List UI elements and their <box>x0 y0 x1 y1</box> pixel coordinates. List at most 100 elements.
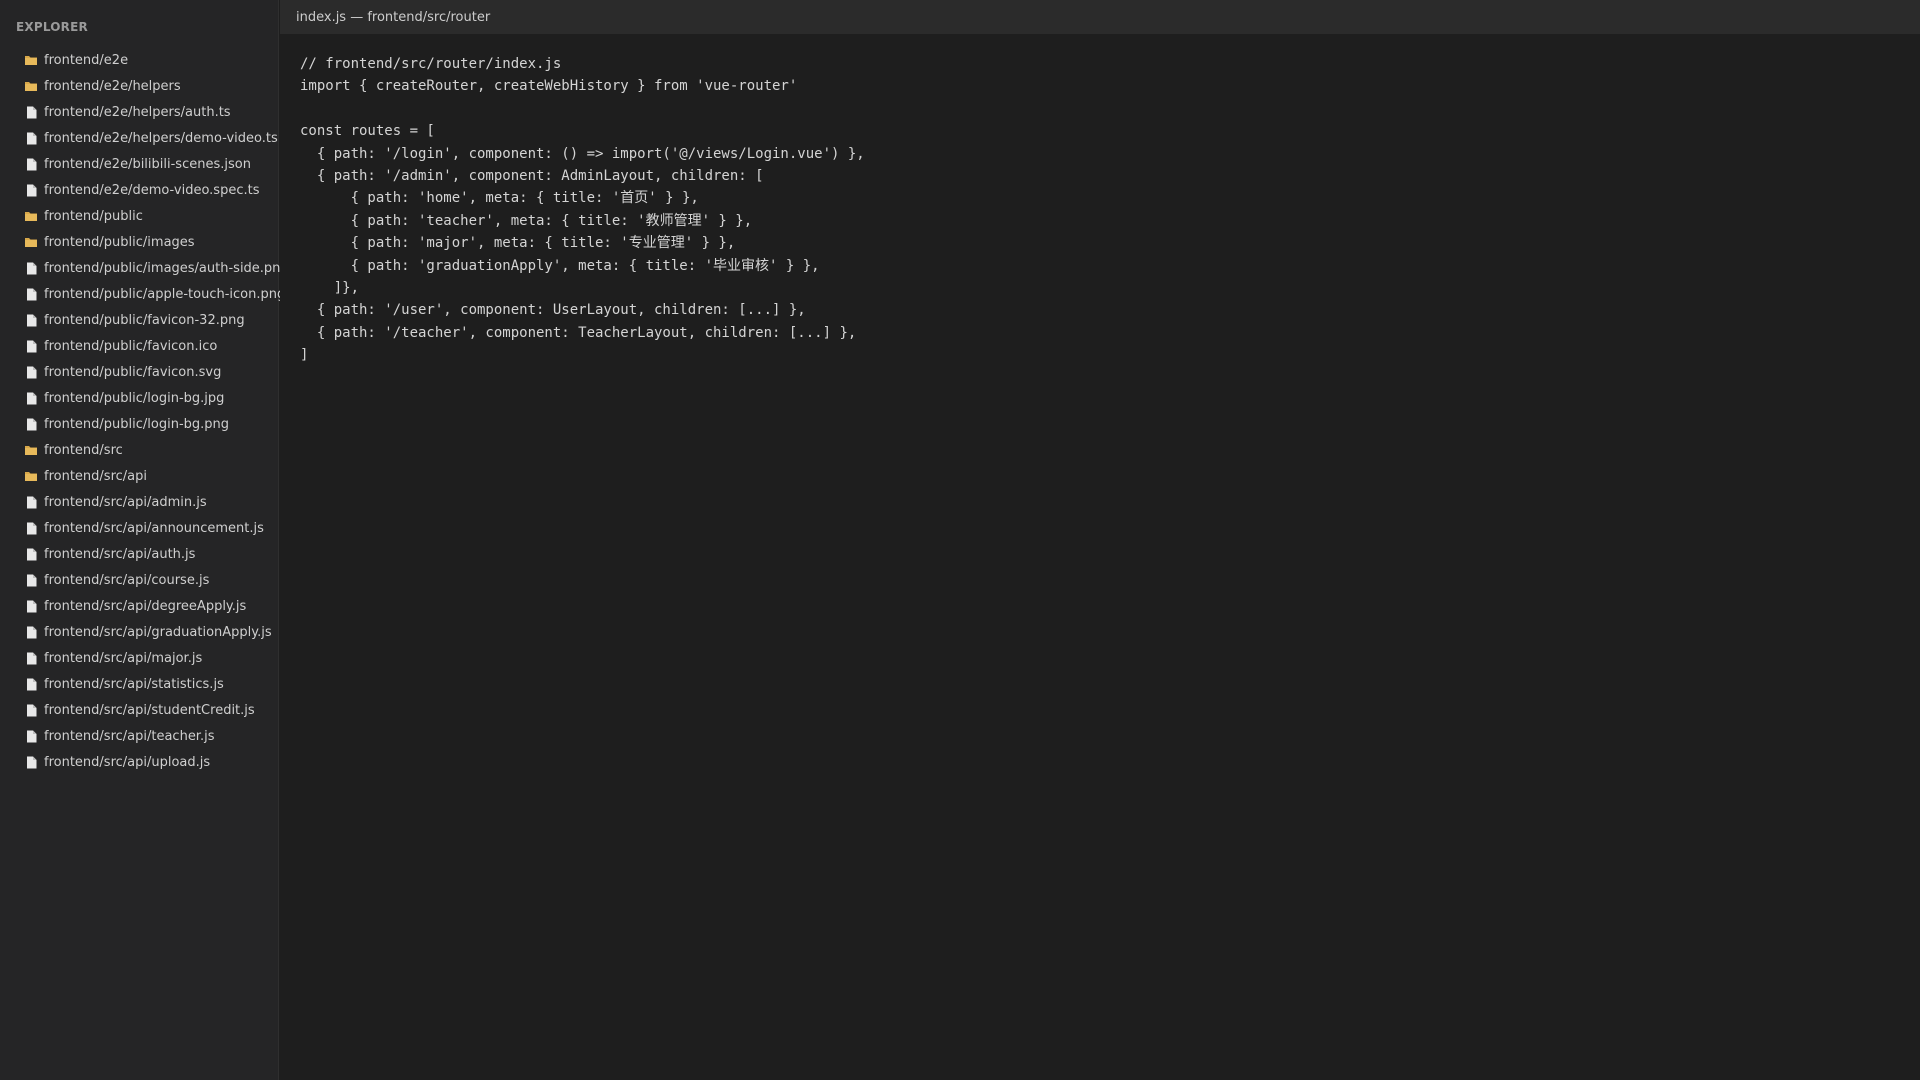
file-item[interactable]: frontend/e2e/demo-video.spec.ts <box>0 177 279 203</box>
editor-titlebar: index.js — frontend/src/router <box>280 0 1920 34</box>
code-line: ] <box>300 347 309 364</box>
file-icon <box>24 729 38 743</box>
file-icon <box>24 547 38 561</box>
tree-item-label: frontend/src/api/upload.js <box>44 754 211 770</box>
tree-item-label: frontend/src/api/teacher.js <box>44 728 215 744</box>
file-icon <box>24 703 38 717</box>
folder-item[interactable]: frontend/src/api <box>0 463 279 489</box>
file-item[interactable]: frontend/src/api/teacher.js <box>0 723 279 749</box>
tree-item-label: frontend/public/images <box>44 234 195 250</box>
folder-icon <box>24 235 38 249</box>
tree-item-label: frontend/src/api/studentCredit.js <box>44 702 255 718</box>
code-line: // frontend/src/router/index.js <box>300 56 562 72</box>
file-icon <box>24 339 38 353</box>
file-item[interactable]: frontend/src/api/announcement.js <box>0 515 279 541</box>
code-line: { path: 'graduationApply', meta: { title… <box>300 257 820 274</box>
code-line: import { createRouter, createWebHistory … <box>300 78 798 95</box>
folder-icon <box>24 469 38 483</box>
file-item[interactable]: frontend/e2e/bilibili-scenes.json <box>0 151 279 177</box>
file-item[interactable]: frontend/e2e/helpers/demo-video.ts <box>0 125 279 151</box>
explorer-sidebar: EXPLORER frontend/e2e frontend/e2e/helper… <box>0 0 289 1080</box>
tree-item-label: frontend/public/favicon-32.png <box>44 312 245 328</box>
editor-title: index.js — frontend/src/router <box>296 9 491 25</box>
folder-item[interactable]: frontend/public/images <box>0 229 279 255</box>
file-item[interactable]: frontend/public/favicon.ico <box>0 333 279 359</box>
file-icon <box>24 625 38 639</box>
file-item[interactable]: frontend/src/api/admin.js <box>0 489 279 515</box>
file-item[interactable]: frontend/src/api/upload.js <box>0 749 279 775</box>
tree-item-label: frontend/public/apple-touch-icon.png <box>44 286 286 302</box>
file-item[interactable]: frontend/public/login-bg.jpg <box>0 385 279 411</box>
code-line: { path: '/admin', component: AdminLayout… <box>300 167 764 184</box>
tree-item-label: frontend/public/login-bg.jpg <box>44 390 225 406</box>
file-item[interactable]: frontend/src/api/degreeApply.js <box>0 593 279 619</box>
file-item[interactable]: frontend/src/api/course.js <box>0 567 279 593</box>
code-area[interactable]: // frontend/src/router/index.js import { … <box>300 53 865 366</box>
folder-icon <box>24 79 38 93</box>
file-icon <box>24 573 38 587</box>
tree-item-label: frontend/src/api/degreeApply.js <box>44 598 247 614</box>
folder-icon <box>24 53 38 67</box>
tree-item-label: frontend/src/api/graduationApply.js <box>44 624 272 640</box>
folder-item[interactable]: frontend/public <box>0 203 279 229</box>
tree-item-label: frontend/src/api/auth.js <box>44 546 196 562</box>
code-line: ]}, <box>300 279 360 296</box>
tree-item-label: frontend/public/login-bg.png <box>44 416 230 432</box>
file-item[interactable]: frontend/src/api/major.js <box>0 645 279 671</box>
folder-item[interactable]: frontend/src <box>0 437 279 463</box>
file-icon <box>24 599 38 613</box>
folder-item[interactable]: frontend/e2e/helpers <box>0 73 279 99</box>
file-icon <box>24 131 38 145</box>
folder-item[interactable]: frontend/e2e <box>0 47 279 73</box>
code-line: { path: 'home', meta: { title: '首页' } }, <box>300 190 699 207</box>
code-line: const routes = [ <box>300 123 435 140</box>
file-item[interactable]: frontend/public/images/auth-side.png <box>0 255 289 281</box>
tree-item-label: frontend/public/favicon.ico <box>44 338 218 354</box>
tree-item-label: frontend/e2e/helpers/demo-video.ts <box>44 130 278 146</box>
file-icon <box>24 651 38 665</box>
tree-item-label: frontend/e2e <box>44 52 129 68</box>
editor-pane: index.js — frontend/src/router // fronte… <box>280 0 1920 1080</box>
file-item[interactable]: frontend/src/api/auth.js <box>0 541 279 567</box>
tree-item-label: frontend/src/api/statistics.js <box>44 676 224 692</box>
file-item[interactable]: frontend/public/favicon-32.png <box>0 307 279 333</box>
code-line: { path: 'major', meta: { title: '专业管理' }… <box>300 235 736 252</box>
file-icon <box>24 391 38 405</box>
tree-item-label: frontend/e2e/helpers <box>44 78 181 94</box>
code-line: { path: '/teacher', component: TeacherLa… <box>300 324 857 341</box>
file-tree: frontend/e2e frontend/e2e/helpers frontend… <box>0 47 289 775</box>
file-icon <box>24 417 38 431</box>
file-icon <box>24 183 38 197</box>
file-item[interactable]: frontend/public/favicon.svg <box>0 359 279 385</box>
file-item[interactable]: frontend/src/api/studentCredit.js <box>0 697 279 723</box>
file-item[interactable]: frontend/src/api/graduationApply.js <box>0 619 279 645</box>
file-item[interactable]: frontend/public/login-bg.png <box>0 411 279 437</box>
code-line: { path: '/login', component: () => impor… <box>300 145 865 162</box>
file-icon <box>24 495 38 509</box>
tree-item-label: frontend/e2e/demo-video.spec.ts <box>44 182 260 198</box>
code-line: { path: 'teacher', meta: { title: '教师管理'… <box>300 212 753 229</box>
tree-item-label: frontend/src <box>44 442 123 458</box>
tree-item-label: frontend/public/images/auth-side.png <box>44 260 289 276</box>
tree-item-label: frontend/public <box>44 208 143 224</box>
tree-item-label: frontend/src/api/major.js <box>44 650 203 666</box>
tree-item-label: frontend/src/api <box>44 468 147 484</box>
tree-item-label: frontend/src/api/announcement.js <box>44 520 264 536</box>
file-item[interactable]: frontend/src/api/statistics.js <box>0 671 279 697</box>
file-icon <box>24 287 38 301</box>
file-icon <box>24 755 38 769</box>
file-icon <box>24 521 38 535</box>
file-icon <box>24 677 38 691</box>
file-item[interactable]: frontend/public/apple-touch-icon.png <box>0 281 285 307</box>
file-icon <box>24 365 38 379</box>
tree-item-label: frontend/src/api/course.js <box>44 572 210 588</box>
file-icon <box>24 105 38 119</box>
file-icon <box>24 261 38 275</box>
code-line: { path: '/user', component: UserLayout, … <box>300 302 806 319</box>
tree-item-label: frontend/public/favicon.svg <box>44 364 222 380</box>
tree-item-label: frontend/src/api/admin.js <box>44 494 207 510</box>
explorer-title: EXPLORER <box>16 20 88 34</box>
folder-icon <box>24 443 38 457</box>
file-item[interactable]: frontend/e2e/helpers/auth.ts <box>0 99 279 125</box>
